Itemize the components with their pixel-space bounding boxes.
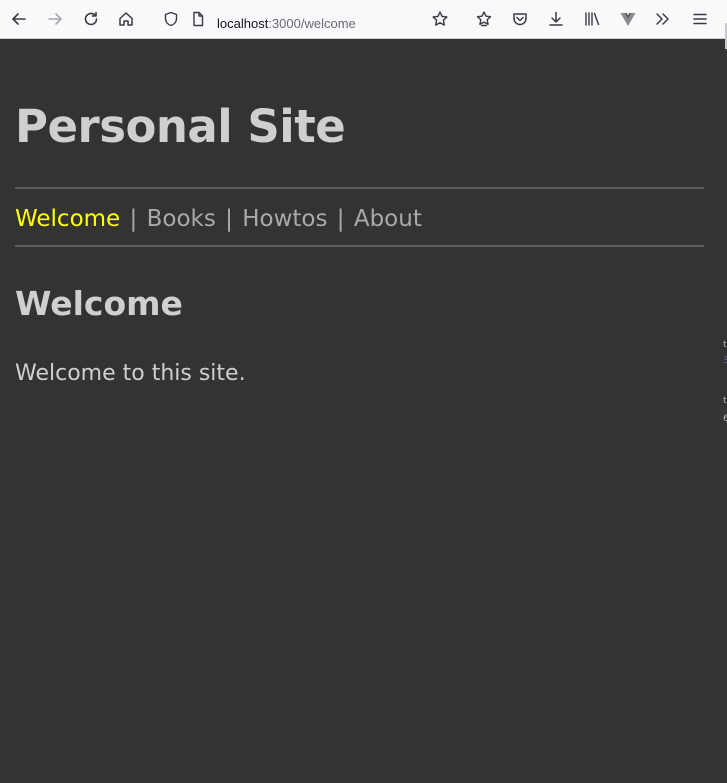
forward-button[interactable] bbox=[44, 8, 66, 30]
overflow-button[interactable] bbox=[652, 8, 674, 30]
page-info-button[interactable] bbox=[187, 8, 209, 30]
nav-link-welcome[interactable]: Welcome bbox=[15, 206, 120, 232]
nav-separator: | bbox=[225, 206, 233, 232]
reload-button[interactable] bbox=[80, 8, 102, 30]
url-host: localhost bbox=[217, 16, 269, 31]
nav-link-books[interactable]: Books bbox=[147, 206, 216, 232]
address-bar[interactable]: localhost:3000/welcome bbox=[150, 4, 430, 35]
home-icon bbox=[117, 10, 135, 28]
extensions-icon bbox=[475, 10, 493, 28]
bookmark-button[interactable] bbox=[429, 8, 451, 30]
bottom-divider bbox=[15, 245, 704, 247]
vue-devtools-button[interactable] bbox=[617, 8, 639, 30]
pocket-button[interactable] bbox=[509, 8, 531, 30]
top-divider bbox=[15, 187, 704, 189]
clipped-glyph: t bbox=[723, 396, 727, 406]
extensions-button[interactable] bbox=[473, 8, 495, 30]
vue-devtools-icon bbox=[619, 10, 637, 28]
download-icon bbox=[547, 10, 565, 28]
window-edge bbox=[722, 40, 727, 783]
downloads-button[interactable] bbox=[545, 8, 567, 30]
nav-link-about[interactable]: About bbox=[354, 206, 422, 232]
reload-icon bbox=[82, 10, 100, 28]
nav-separator: | bbox=[336, 206, 345, 232]
hamburger-menu-icon bbox=[691, 10, 709, 28]
page-icon bbox=[190, 11, 206, 27]
nav-separator: | bbox=[129, 206, 138, 232]
menu-button[interactable] bbox=[689, 8, 711, 30]
home-button[interactable] bbox=[115, 8, 137, 30]
back-button[interactable] bbox=[8, 8, 30, 30]
welcome-text: Welcome to this site. bbox=[15, 361, 246, 386]
url-path: :3000/welcome bbox=[268, 16, 356, 31]
clipped-glyph: t bbox=[723, 340, 727, 350]
nav-link-howtos[interactable]: Howtos bbox=[242, 206, 327, 232]
browser-toolbar: localhost:3000/welcome bbox=[0, 0, 727, 49]
url-text[interactable]: localhost:3000/welcome bbox=[217, 16, 356, 32]
site-nav: Welcome | Books | Howtos | About bbox=[15, 204, 422, 234]
back-icon bbox=[10, 10, 28, 28]
pocket-icon bbox=[511, 10, 529, 28]
shield-icon bbox=[163, 11, 179, 27]
forward-icon bbox=[46, 10, 64, 28]
tracking-protection-button[interactable] bbox=[160, 8, 182, 30]
clipped-glyph: Ξ bbox=[723, 356, 727, 366]
star-icon bbox=[431, 10, 449, 28]
overflow-chevron-icon bbox=[654, 10, 672, 28]
page-heading: Welcome bbox=[15, 284, 183, 323]
library-icon bbox=[583, 10, 601, 28]
site-title: Personal Site bbox=[15, 100, 346, 153]
clipped-glyph: 6 bbox=[723, 414, 727, 424]
library-button[interactable] bbox=[581, 8, 603, 30]
